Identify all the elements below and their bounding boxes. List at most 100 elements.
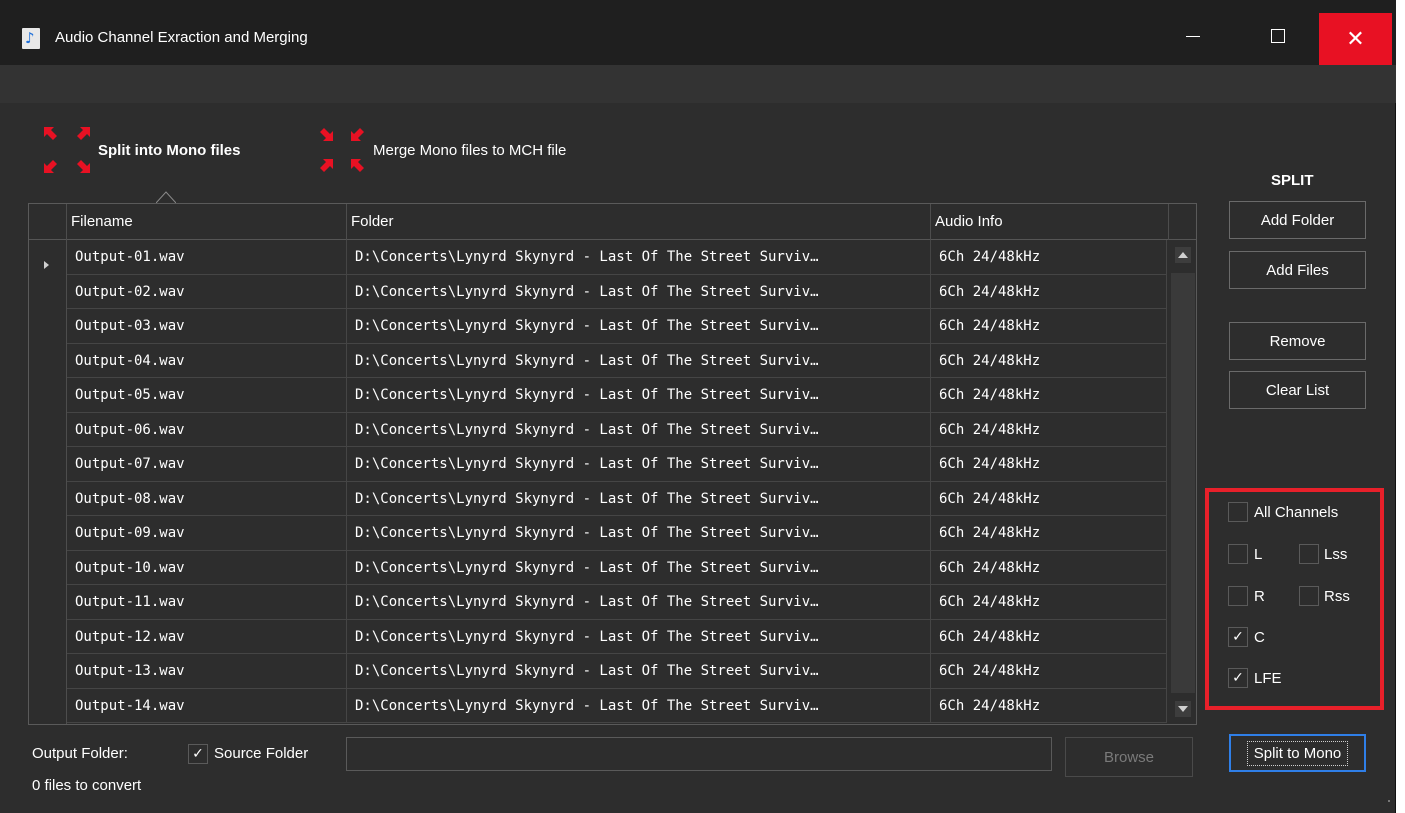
expand-arrows-icon bbox=[40, 123, 94, 177]
cell-folder[interactable]: D:\Concerts\Lynyrd Skynyrd - Last Of The… bbox=[347, 240, 931, 275]
cell-audio-info[interactable]: 6Ch 24/48kHz bbox=[931, 550, 1167, 585]
cell-filename[interactable]: Output-02.wav bbox=[67, 274, 347, 309]
cell-filename[interactable]: Output-13.wav bbox=[67, 654, 347, 689]
cell-folder[interactable]: D:\Concerts\Lynyrd Skynyrd - Last Of The… bbox=[347, 274, 931, 309]
cell-folder[interactable]: D:\Concerts\Lynyrd Skynyrd - Last Of The… bbox=[347, 447, 931, 482]
clear-list-button[interactable]: Clear List bbox=[1229, 371, 1366, 409]
cell-audio-info[interactable]: 6Ch 24/48kHz bbox=[931, 309, 1167, 344]
close-button[interactable]: ✕ bbox=[1319, 13, 1392, 65]
cell-audio-info[interactable]: 6Ch 24/48kHz bbox=[931, 481, 1167, 516]
channel-rss-label[interactable]: Rss bbox=[1324, 588, 1350, 605]
cell-audio-info[interactable]: 6Ch 24/48kHz bbox=[931, 688, 1167, 723]
table-row[interactable]: Output-05.wav D:\Concerts\Lynyrd Skynyrd … bbox=[67, 378, 1167, 413]
scrollbar-thumb[interactable] bbox=[1171, 273, 1195, 693]
table-row[interactable]: Output-01.wav D:\Concerts\Lynyrd Skynyrd … bbox=[67, 240, 1167, 275]
cell-folder[interactable]: D:\Concerts\Lynyrd Skynyrd - Last Of The… bbox=[347, 309, 931, 344]
channel-c-label[interactable]: C bbox=[1254, 629, 1265, 646]
merge-mode-label: Merge Mono files to MCH file bbox=[373, 141, 567, 159]
cell-filename[interactable]: Output-12.wav bbox=[67, 619, 347, 654]
cell-audio-info[interactable]: 6Ch 24/48kHz bbox=[931, 343, 1167, 378]
column-header-audio-info[interactable]: Audio Info bbox=[931, 204, 1169, 240]
cell-audio-info[interactable]: 6Ch 24/48kHz bbox=[931, 274, 1167, 309]
cell-folder[interactable]: D:\Concerts\Lynyrd Skynyrd - Last Of The… bbox=[347, 378, 931, 413]
table-row[interactable]: Output-08.wav D:\Concerts\Lynyrd Skynyrd … bbox=[67, 481, 1167, 516]
channel-lss-label[interactable]: Lss bbox=[1324, 546, 1347, 563]
cell-filename[interactable]: Output-04.wav bbox=[67, 343, 347, 378]
cell-audio-info[interactable]: 6Ch 24/48kHz bbox=[931, 378, 1167, 413]
table-row[interactable]: Output-07.wav D:\Concerts\Lynyrd Skynyrd … bbox=[67, 447, 1167, 482]
add-folder-button[interactable]: Add Folder bbox=[1229, 201, 1366, 239]
cell-folder[interactable]: D:\Concerts\Lynyrd Skynyrd - Last Of The… bbox=[347, 619, 931, 654]
cell-filename[interactable]: Output-01.wav bbox=[67, 240, 347, 275]
cell-folder[interactable]: D:\Concerts\Lynyrd Skynyrd - Last Of The… bbox=[347, 585, 931, 620]
column-header-folder[interactable]: Folder bbox=[347, 204, 931, 240]
channel-lss-checkbox[interactable] bbox=[1299, 544, 1319, 564]
cell-audio-info[interactable]: 6Ch 24/48kHz bbox=[931, 240, 1167, 275]
vertical-scrollbar[interactable] bbox=[1169, 241, 1196, 724]
minimize-button[interactable] bbox=[1164, 13, 1222, 59]
cell-filename[interactable]: Output-07.wav bbox=[67, 447, 347, 482]
column-header-filename[interactable]: Filename bbox=[67, 204, 347, 240]
channel-l-label[interactable]: L bbox=[1254, 546, 1262, 563]
cell-audio-info[interactable]: 6Ch 24/48kHz bbox=[931, 447, 1167, 482]
scroll-down-button[interactable] bbox=[1175, 701, 1191, 717]
table-row[interactable]: Output-12.wav D:\Concerts\Lynyrd Skynyrd … bbox=[67, 619, 1167, 654]
cell-folder[interactable]: D:\Concerts\Lynyrd Skynyrd - Last Of The… bbox=[347, 343, 931, 378]
table-row[interactable]: Output-03.wav D:\Concerts\Lynyrd Skynyrd … bbox=[67, 309, 1167, 344]
add-files-button[interactable]: Add Files bbox=[1229, 251, 1366, 289]
cell-filename[interactable]: Output-06.wav bbox=[67, 412, 347, 447]
cell-audio-info[interactable]: 6Ch 24/48kHz bbox=[931, 585, 1167, 620]
tab-split-mono[interactable]: Split into Mono files bbox=[40, 122, 241, 178]
channel-l-checkbox[interactable] bbox=[1228, 544, 1248, 564]
title-bar[interactable]: ♪ Audio Channel Exraction and Merging ✕ bbox=[0, 0, 1396, 65]
table-row[interactable]: Output-04.wav D:\Concerts\Lynyrd Skynyrd … bbox=[67, 343, 1167, 378]
table-row[interactable]: Output-09.wav D:\Concerts\Lynyrd Skynyrd … bbox=[67, 516, 1167, 551]
table-row[interactable]: Output-10.wav D:\Concerts\Lynyrd Skynyrd … bbox=[67, 550, 1167, 585]
channel-r-label[interactable]: R bbox=[1254, 588, 1265, 605]
resize-grip-icon[interactable] bbox=[1388, 800, 1392, 804]
cell-filename[interactable]: Output-05.wav bbox=[67, 378, 347, 413]
cell-filename[interactable]: Output-08.wav bbox=[67, 481, 347, 516]
table-row[interactable]: Output-02.wav D:\Concerts\Lynyrd Skynyrd … bbox=[67, 274, 1167, 309]
window-title: Audio Channel Exraction and Merging bbox=[55, 29, 308, 46]
cell-filename[interactable]: Output-14.wav bbox=[67, 688, 347, 723]
cell-audio-info[interactable]: 6Ch 24/48kHz bbox=[931, 619, 1167, 654]
cell-audio-info[interactable]: 6Ch 24/48kHz bbox=[931, 516, 1167, 551]
cell-folder[interactable]: D:\Concerts\Lynyrd Skynyrd - Last Of The… bbox=[347, 412, 931, 447]
tab-merge-mch[interactable]: Merge Mono files to MCH file bbox=[315, 122, 566, 178]
cell-filename[interactable]: Output-11.wav bbox=[67, 585, 347, 620]
channel-lfe-label[interactable]: LFE bbox=[1254, 670, 1282, 687]
cell-folder[interactable]: D:\Concerts\Lynyrd Skynyrd - Last Of The… bbox=[347, 550, 931, 585]
channel-rss-checkbox[interactable] bbox=[1299, 586, 1319, 606]
cell-filename[interactable]: Output-10.wav bbox=[67, 550, 347, 585]
cell-folder[interactable]: D:\Concerts\Lynyrd Skynyrd - Last Of The… bbox=[347, 516, 931, 551]
scroll-up-button[interactable] bbox=[1175, 247, 1191, 263]
cell-audio-info[interactable]: 6Ch 24/48kHz bbox=[931, 654, 1167, 689]
all-channels-checkbox[interactable] bbox=[1228, 502, 1248, 522]
source-folder-label[interactable]: Source Folder bbox=[214, 745, 308, 762]
channel-r-checkbox[interactable] bbox=[1228, 586, 1248, 606]
table-row[interactable]: Output-13.wav D:\Concerts\Lynyrd Skynyrd … bbox=[67, 654, 1167, 689]
cell-filename[interactable]: Output-09.wav bbox=[67, 516, 347, 551]
table-row[interactable]: Output-14.wav D:\Concerts\Lynyrd Skynyrd … bbox=[67, 688, 1167, 723]
output-folder-input[interactable] bbox=[346, 737, 1052, 771]
cell-filename[interactable]: Output-03.wav bbox=[67, 309, 347, 344]
channel-lfe-checkbox[interactable]: ✓ bbox=[1228, 668, 1248, 688]
cell-folder[interactable]: D:\Concerts\Lynyrd Skynyrd - Last Of The… bbox=[347, 654, 931, 689]
split-to-mono-button[interactable]: Split to Mono bbox=[1229, 734, 1366, 772]
collapse-arrows-icon bbox=[315, 123, 369, 177]
browse-button[interactable]: Browse bbox=[1065, 737, 1193, 777]
cell-folder[interactable]: D:\Concerts\Lynyrd Skynyrd - Last Of The… bbox=[347, 481, 931, 516]
maximize-button[interactable] bbox=[1249, 13, 1307, 59]
close-icon: ✕ bbox=[1346, 26, 1365, 52]
remove-button[interactable]: Remove bbox=[1229, 322, 1366, 360]
split-mode-label: Split into Mono files bbox=[98, 141, 241, 159]
table-row[interactable]: Output-06.wav D:\Concerts\Lynyrd Skynyrd … bbox=[67, 412, 1167, 447]
channel-c-checkbox[interactable]: ✓ bbox=[1228, 627, 1248, 647]
file-grid[interactable]: Filename Folder Audio Info Output-01.wav… bbox=[28, 203, 1197, 725]
table-row[interactable]: Output-11.wav D:\Concerts\Lynyrd Skynyrd … bbox=[67, 585, 1167, 620]
all-channels-label[interactable]: All Channels bbox=[1254, 504, 1338, 521]
cell-folder[interactable]: D:\Concerts\Lynyrd Skynyrd - Last Of The… bbox=[347, 688, 931, 723]
source-folder-checkbox[interactable]: ✓ bbox=[188, 744, 208, 764]
cell-audio-info[interactable]: 6Ch 24/48kHz bbox=[931, 412, 1167, 447]
